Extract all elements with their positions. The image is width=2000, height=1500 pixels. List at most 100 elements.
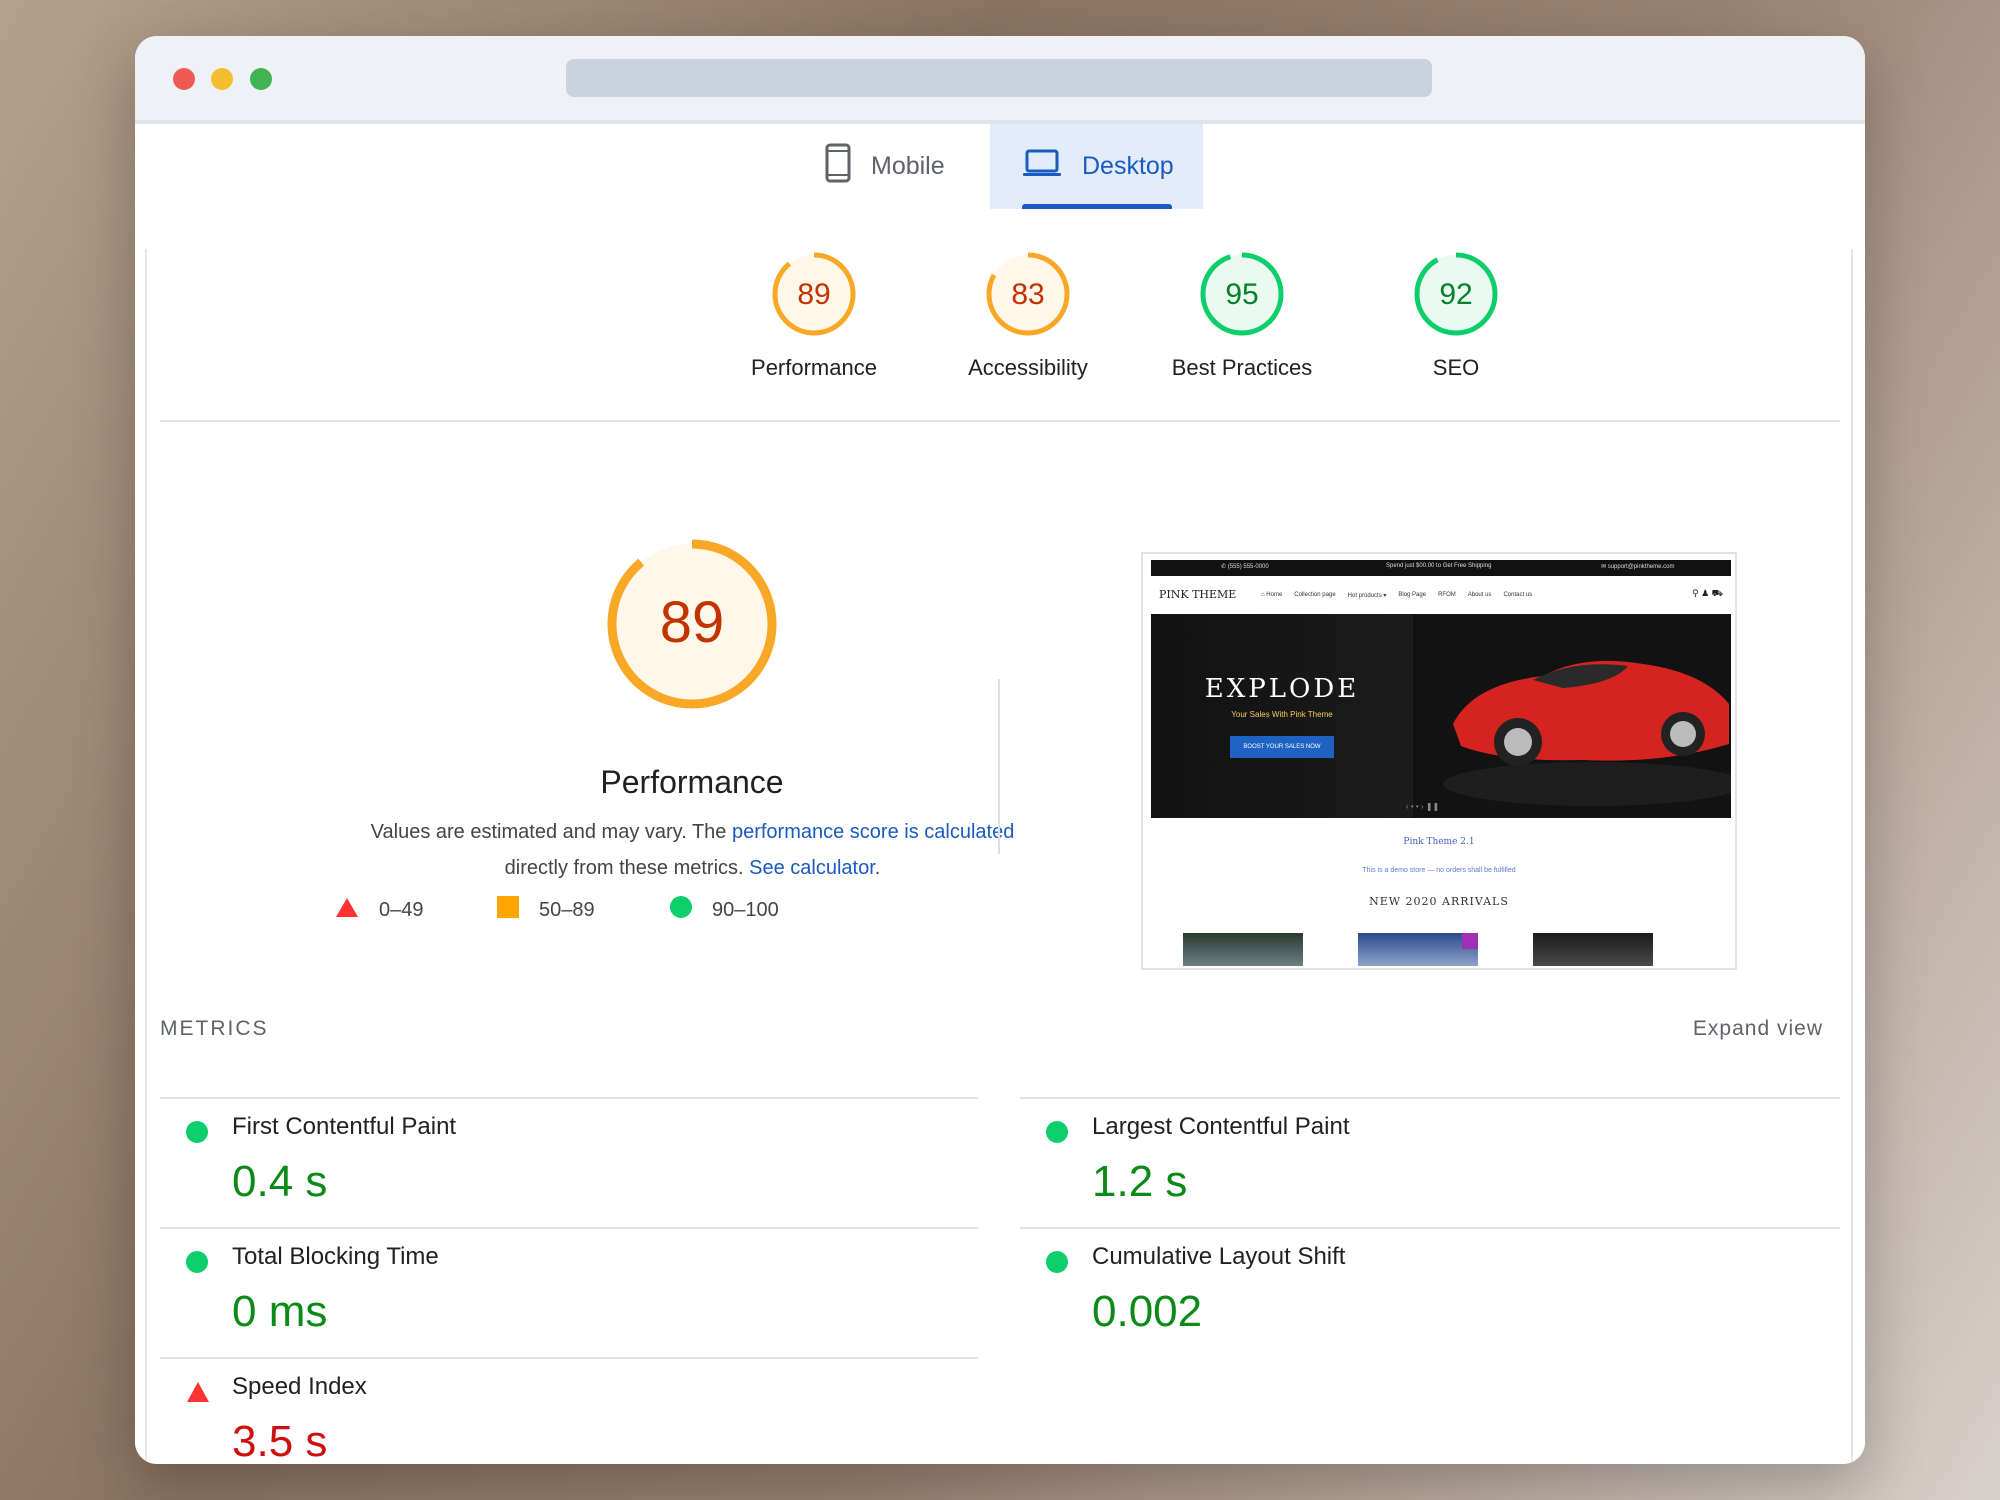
performance-title: Performance [600,764,784,800]
gauge-label: Accessibility [968,355,1088,380]
gauge-label: SEO [1432,355,1480,380]
gauge-score: 95 [1225,278,1258,311]
right-border [1851,249,1853,1464]
gauge-best-practices-ring: 95 [1200,252,1284,336]
legend-average: 50–89 [497,896,595,924]
metrics-header: METRICS [160,1017,269,1040]
metric-cumulative-layout-shift: Cumulative Layout Shift 0.002 [1020,1229,1820,1357]
metric-first-contentful-paint: First Contentful Paint 0.4 s [160,1099,960,1227]
sale-badge [1462,933,1478,949]
screenshot-logo: PINK THEME [1159,588,1237,601]
hero-subtitle: Your Sales With Pink Theme [1231,710,1333,719]
screenshot-arrivals-heading: NEW 2020 ARRIVALS [1369,895,1509,908]
screenshot-shipping: Spend just $00.00 to Get Free Shipping [1386,563,1492,569]
gauge-seo-ring: 92 [1414,252,1498,336]
metric-speed-index: Speed Index 3.5 s [160,1359,960,1464]
gauge-accessibility[interactable]: 83 Accessibility [928,249,1128,381]
metric-value: 1.2 s [1092,1157,1188,1206]
metric-total-blocking-time: Total Blocking Time 0 ms [160,1229,960,1357]
legend-range: 50–89 [539,898,595,921]
screenshot-demo-note: This is a demo store — no orders shall b… [1362,867,1516,874]
screenshot-menu-item: ⌂ Home [1261,592,1283,598]
screenshot-hero: EXPLODE Your Sales With Pink Theme BOOST… [1151,614,1731,818]
screenshot-email: ✉ support@pinktheme.com [1601,564,1675,570]
gauge-seo[interactable]: 92 SEO [1356,249,1556,381]
gauge-score: 89 [797,278,830,311]
performance-description: Values are estimated and may vary. The p… [320,814,1065,886]
laptop-icon [1022,148,1062,185]
screenshot-menu-item: Blog Page [1398,592,1427,598]
tab-desktop[interactable]: Desktop [990,124,1203,209]
hero-button: BOOST YOUR SALES NOW [1230,736,1334,758]
gauge-score: 92 [1439,278,1472,311]
gauge-best-practices[interactable]: 95 Best Practices [1142,249,1342,381]
metric-name: Largest Contentful Paint [1092,1113,1350,1140]
vertical-divider [998,679,1000,854]
tab-mobile-label: Mobile [871,152,945,180]
metric-value: 0.002 [1092,1287,1203,1336]
pass-circle-icon [1046,1121,1068,1148]
browser-window: Mobile Desktop 89 Performance 83 Accessi… [135,36,1865,1464]
divider [160,420,1840,422]
pass-circle-icon [1046,1251,1068,1278]
screenshot-menu-item: RFOM [1438,592,1456,598]
metric-name: Total Blocking Time [232,1243,439,1270]
metric-value: 3.5 s [232,1417,328,1464]
metric-name: First Contentful Paint [232,1113,457,1140]
left-border [145,249,147,1464]
title-bar [135,36,1865,124]
phone-icon [825,143,851,190]
gauge-accessibility-ring: 83 [986,252,1070,336]
circle-icon [670,896,692,924]
screenshot-nav: PINK THEME ⌂ Home Collection page Hot pr… [1151,576,1731,614]
legend-range: 90–100 [712,898,779,921]
screenshot-menu-item: Collection page [1294,592,1336,598]
close-window-button[interactable] [173,68,195,90]
expand-view-button[interactable]: Expand view [1693,1017,1823,1041]
see-calculator-link[interactable]: See calculator [749,857,875,879]
square-icon [497,896,519,924]
gauge-score: 83 [1011,278,1044,311]
gauge-label: Best Practices [1171,355,1313,380]
pass-circle-icon [186,1121,208,1148]
desc-text: Values are estimated and may vary. The [370,821,732,843]
desc-text: . [874,857,881,879]
category-gauges: 89 Performance 83 Accessibility 95 Best [135,249,1865,384]
gauge-performance-ring: 89 [772,252,856,336]
maximize-window-button[interactable] [250,68,272,90]
legend-range: 0–49 [379,898,424,921]
performance-gauge-large: 89 [472,534,912,714]
hero-slider-controls: ‹ • • › ❚❚ [1406,802,1440,811]
screenshot-product-image [1183,933,1303,966]
screenshot-topbar: ✆ (555) 555-0000 Spend just $00.00 to Ge… [1151,560,1731,576]
triangle-icon [335,896,359,924]
screenshot-menu-item: Hot products ▾ [1347,593,1387,599]
score-calculated-link[interactable]: performance score is calculated [732,821,1014,843]
active-tab-indicator [1022,204,1172,209]
screenshot-product-image [1533,933,1653,966]
performance-ring: 89 [607,539,777,709]
tab-desktop-label: Desktop [1082,152,1174,180]
address-bar[interactable] [566,59,1432,97]
screenshot-phone: ✆ (555) 555-0000 [1221,564,1269,570]
fail-triangle-icon [186,1381,210,1408]
gauge-label: Performance [751,355,877,380]
metric-name: Cumulative Layout Shift [1092,1243,1346,1270]
tab-mobile[interactable]: Mobile [825,124,945,209]
page-screenshot[interactable]: ✆ (555) 555-0000 Spend just $00.00 to Ge… [1141,552,1737,970]
desc-text: directly from these metrics. [504,857,750,879]
hero-title: EXPLODE [1204,674,1360,704]
screenshot-menu-item: About us [1467,592,1492,598]
screenshot-product-image [1358,933,1478,966]
legend-pass: 90–100 [670,896,779,924]
gauge-performance[interactable]: 89 Performance [714,249,914,381]
performance-score: 89 [660,590,725,655]
legend-fail: 0–49 [335,896,424,924]
metric-name: Speed Index [232,1373,367,1400]
car-image [1413,614,1731,818]
metric-largest-contentful-paint: Largest Contentful Paint 1.2 s [1020,1099,1820,1227]
metric-value: 0.4 s [232,1157,328,1206]
minimize-window-button[interactable] [211,68,233,90]
screenshot-menu: ⌂ Home Collection page Hot products ▾ Bl… [1261,592,1532,599]
screenshot-store-title: Pink Theme 2.1 [1403,837,1475,847]
